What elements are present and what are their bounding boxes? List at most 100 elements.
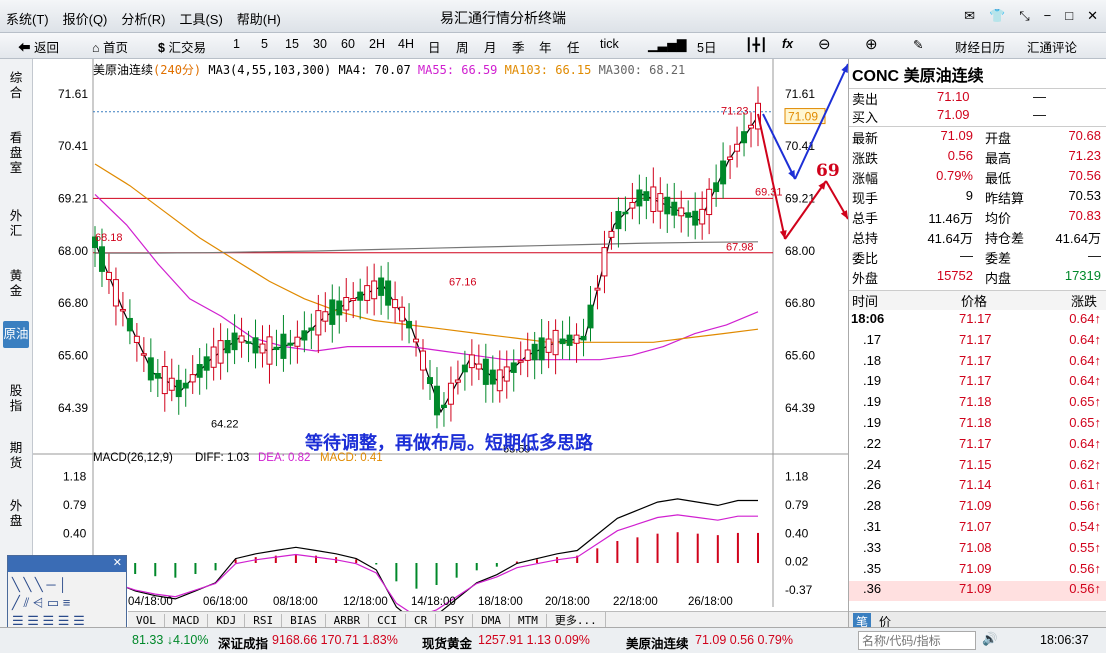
menu-tools[interactable]: 工具(S): [179, 9, 222, 28]
label-69-31: 69.31: [755, 186, 783, 198]
maximize-icon[interactable]: □: [1065, 8, 1073, 24]
ind-cci[interactable]: CCI: [369, 614, 406, 627]
tick-change: 0.65↑: [1069, 394, 1101, 410]
zoom-out-icon[interactable]: ⊖: [818, 35, 831, 53]
zoom-in-icon[interactable]: ⊕: [865, 35, 878, 53]
period-15[interactable]: 15: [285, 37, 299, 51]
mail-icon[interactable]: ✉: [964, 8, 975, 24]
tab-index[interactable]: 股指: [5, 384, 27, 414]
draw-pen-icon[interactable]: ✎: [913, 37, 923, 52]
ind-vol[interactable]: VOL: [128, 614, 165, 627]
chart-area[interactable]: 美原油连续(240分) MA3(4,55,103,300) MA4: 70.07…: [33, 59, 848, 611]
stat-label: 涨幅: [852, 171, 879, 186]
ind-cr[interactable]: CR: [406, 614, 437, 627]
price-tick-left: 69.21: [58, 191, 88, 205]
ticks-header-change: 涨跌: [1071, 294, 1098, 309]
ind-bias[interactable]: BIAS: [282, 614, 326, 627]
x-tick-label: 22/18:00: [613, 596, 658, 608]
period-1[interactable]: 1: [233, 37, 240, 51]
commentary-button[interactable]: 汇通评论: [1027, 37, 1077, 56]
ind-kdj[interactable]: KDJ: [208, 614, 246, 627]
shrink-icon[interactable]: ⤡: [1019, 8, 1029, 24]
price-tick-left: 66.80: [58, 296, 88, 310]
tab-watch-room[interactable]: 看盘室: [5, 131, 27, 176]
period-2h[interactable]: 2H: [369, 37, 385, 51]
tab-forex[interactable]: 外汇: [5, 209, 27, 239]
menu-help[interactable]: 帮助(H): [237, 9, 281, 28]
stat-value: 70.56: [1068, 168, 1101, 183]
stat-label: 最新: [852, 131, 879, 146]
candle-icon[interactable]: ┃╋┃: [745, 37, 768, 52]
macd-dea: DEA: 0.82: [258, 452, 310, 464]
period-30[interactable]: 30: [313, 37, 327, 51]
tick-time: .28: [863, 498, 882, 514]
candle-body: [231, 332, 238, 351]
period-tick[interactable]: tick: [600, 37, 619, 51]
tab-futures[interactable]: 期货: [5, 441, 27, 471]
search-input[interactable]: [858, 631, 976, 650]
five-day-button[interactable]: 5日: [697, 37, 716, 56]
ind-more[interactable]: 更多...: [547, 612, 606, 628]
tick-change: 0.56↑: [1069, 498, 1101, 514]
formula-icon[interactable]: fx: [782, 37, 793, 51]
candle-body: [301, 330, 308, 341]
bar-chart-icon[interactable]: ▁▃▅▇: [648, 37, 686, 52]
home-button[interactable]: ⌂ 首页: [92, 37, 128, 56]
menu-system[interactable]: 系统(T): [6, 9, 49, 28]
period-month[interactable]: 月: [484, 37, 497, 56]
period-quarter[interactable]: 季: [512, 37, 525, 56]
candle-body: [489, 369, 496, 385]
period-custom[interactable]: 任: [567, 37, 580, 56]
period-5[interactable]: 5: [261, 37, 268, 51]
ind-mtm[interactable]: MTM: [510, 614, 547, 627]
status-oil-value: 71.09 0.56 0.79%: [695, 633, 793, 647]
ind-rsi[interactable]: RSI: [245, 614, 283, 627]
fx-trade-button[interactable]: $ 汇交易: [158, 37, 206, 56]
macd-tick-left: 0.40: [63, 527, 87, 541]
series-ma300: [95, 241, 759, 254]
period-day[interactable]: 日: [428, 37, 441, 56]
period-week[interactable]: 周: [456, 37, 469, 56]
ind-dma[interactable]: DMA: [473, 614, 510, 627]
period-year[interactable]: 年: [539, 37, 552, 56]
volume-icon[interactable]: 🔊: [982, 632, 998, 647]
quote-panel: CONC 美原油连续 卖出 71.10 — 买入 71.09 — 最新 71.09…: [848, 59, 1106, 630]
indicator-tabs: VOL MACD KDJ RSI BIAS ARBR CCI CR PSY DMA MTM 更多...: [128, 611, 848, 628]
back-button[interactable]: ⬅ 返回: [18, 37, 59, 56]
status-szse-label: 深证成指: [218, 637, 269, 651]
candle-body: [336, 300, 343, 316]
candle-body: [119, 308, 126, 312]
tab-overseas[interactable]: 外盘: [5, 499, 27, 529]
tick-price: 71.17: [959, 311, 992, 326]
ind-psy[interactable]: PSY: [436, 614, 474, 627]
tab-crude-oil[interactable]: 原油: [3, 321, 29, 348]
stat-value: 71.09: [940, 128, 973, 143]
label-71-23: 71.23: [721, 105, 749, 117]
ind-macd[interactable]: MACD: [165, 614, 209, 627]
candle-body: [217, 340, 224, 364]
period-60[interactable]: 60: [341, 37, 355, 51]
stat-value: 17319: [1064, 268, 1101, 283]
tick-row: .24 71.15 0.62↑: [849, 457, 1106, 477]
menu-quote[interactable]: 报价(Q): [63, 9, 108, 28]
minimize-icon[interactable]: −: [1044, 8, 1052, 24]
menu-analysis[interactable]: 分析(R): [121, 9, 165, 28]
candle-body: [182, 382, 189, 389]
calendar-button[interactable]: 财经日历: [955, 37, 1005, 56]
ind-arbr[interactable]: ARBR: [326, 614, 370, 627]
price-tick-left: 64.39: [58, 401, 88, 415]
candle-body: [371, 280, 378, 300]
stat-value: 0.56: [947, 148, 973, 163]
candle-body: [308, 327, 315, 331]
tab-comprehensive[interactable]: 综合: [5, 71, 27, 101]
series-ma4: [94, 115, 759, 414]
period-4h[interactable]: 4H: [398, 37, 414, 51]
tab-gold[interactable]: 黄金: [5, 269, 27, 299]
draw-tools-close-icon[interactable]: ✕: [8, 556, 126, 572]
close-icon[interactable]: ✕: [1087, 8, 1098, 24]
tick-price: 71.18: [959, 394, 992, 410]
stat-label: 涨跌: [852, 151, 879, 166]
skin-icon[interactable]: 👕: [989, 8, 1005, 24]
candle-body: [685, 212, 692, 218]
red-arrow-up: [784, 180, 827, 240]
